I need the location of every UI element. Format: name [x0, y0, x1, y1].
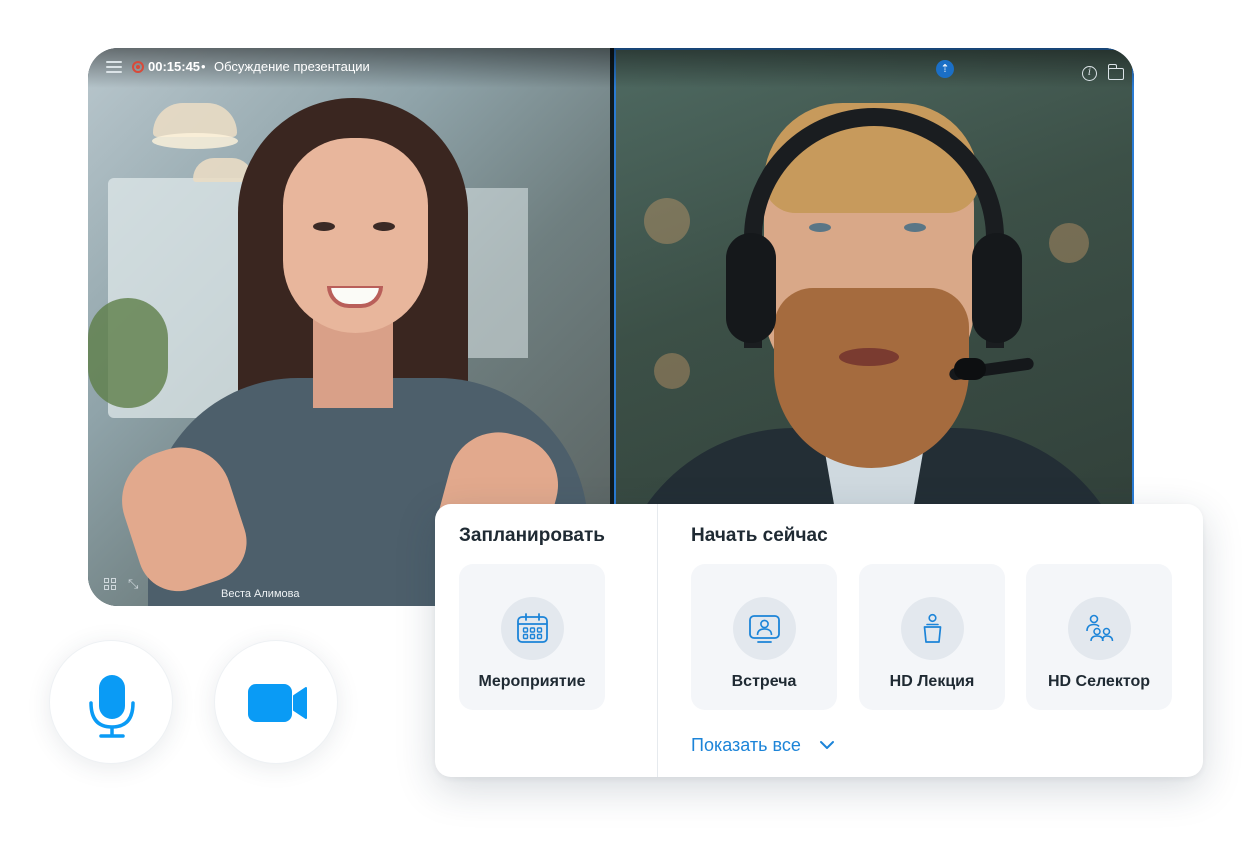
menu-icon[interactable]: [106, 61, 122, 73]
headset-earcup: [972, 233, 1022, 343]
record-icon: [132, 61, 144, 73]
card-hd-lecture[interactable]: HD Лекция: [859, 564, 1005, 710]
start-now-heading: Начать сейчас: [691, 525, 828, 546]
group-icon: [1086, 614, 1114, 642]
card-icon-circle: [901, 597, 964, 660]
call-top-bar: 00:15:45 • Обсуждение презентации ⇡ i: [88, 48, 1134, 88]
headset-mic: [954, 358, 986, 380]
call-timer: 00:15:45: [148, 59, 201, 74]
title-separator: •: [201, 59, 206, 74]
meeting-title: Обсуждение презентации: [214, 59, 370, 74]
background-plant: [88, 298, 168, 408]
participant-name-label: Веста Алимова: [221, 588, 300, 600]
lecture-icon: [923, 613, 942, 643]
card-icon-circle: [733, 597, 796, 660]
info-icon[interactable]: i: [1082, 66, 1097, 81]
headset-earcup: [726, 233, 776, 343]
card-label: HD Селектор: [1047, 673, 1151, 690]
card-event[interactable]: Мероприятие: [459, 564, 605, 710]
card-label: HD Лекция: [889, 673, 975, 690]
ceiling-lamp: [153, 103, 237, 137]
signal-icon[interactable]: ⇡: [936, 60, 954, 78]
panel-divider: [657, 504, 658, 777]
bokeh-light: [1049, 223, 1089, 263]
start-call-panel: Запланировать Начать сейчас Мероприятие: [435, 504, 1203, 777]
show-all-link[interactable]: Показать все: [691, 735, 801, 756]
folder-icon[interactable]: [1107, 64, 1124, 80]
card-meeting[interactable]: Встреча: [691, 564, 837, 710]
bokeh-light: [654, 353, 690, 389]
microphone-button[interactable]: [49, 640, 173, 764]
smile: [327, 286, 383, 308]
card-label: Мероприятие: [478, 673, 586, 690]
camera-icon: [248, 684, 307, 722]
participant-mouth: [839, 348, 899, 366]
participant-face: [283, 138, 428, 333]
lamp-glow: [152, 133, 238, 149]
camera-button[interactable]: [214, 640, 338, 764]
card-icon-circle: [501, 597, 564, 660]
screen-person-icon: [749, 615, 780, 643]
card-label: Встреча: [731, 673, 797, 690]
schedule-heading: Запланировать: [459, 525, 605, 546]
eye: [313, 222, 335, 231]
calendar-icon: [517, 613, 548, 643]
grid-icon[interactable]: [104, 578, 116, 590]
microphone-icon: [89, 675, 135, 738]
card-icon-circle: [1068, 597, 1131, 660]
bokeh-light: [644, 198, 690, 244]
eye: [373, 222, 395, 231]
card-hd-selector[interactable]: HD Селектор: [1026, 564, 1172, 710]
chevron-down-icon[interactable]: [818, 736, 836, 754]
shrink-icon[interactable]: ⤡: [128, 576, 138, 592]
